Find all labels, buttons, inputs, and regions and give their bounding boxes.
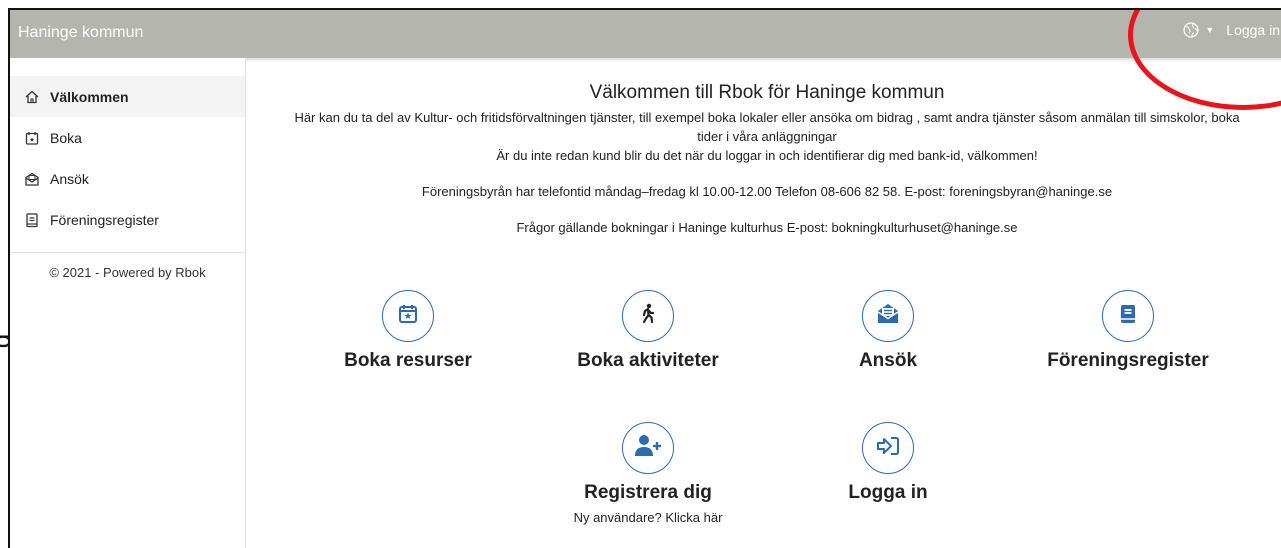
book-icon (24, 212, 40, 228)
calendar-icon (24, 130, 40, 146)
intro-text-line3: Är du inte redan kund blir du det när du… (496, 148, 1038, 163)
culture-info-text: Frågor gällande bokningar i Haninge kult… (516, 220, 1018, 235)
tile-label: Boka resurser (344, 350, 472, 371)
walking-person-icon (636, 302, 660, 331)
tile-icon-circle (622, 422, 674, 474)
tile-label: Logga in (848, 482, 928, 503)
navbar-right: ▼ Logga in (1183, 22, 1280, 38)
tile-label: Boka aktiviteter (577, 350, 719, 371)
tile-icon-circle (862, 290, 914, 342)
tile-icon-circle (622, 290, 674, 342)
sidebar-item-valkommen[interactable]: Välkommen (10, 76, 245, 117)
sidebar-item-label: Boka (50, 129, 82, 146)
user-plus-icon (633, 433, 663, 464)
home-icon (24, 89, 40, 105)
sidebar-item-ansok[interactable]: Ansök (10, 158, 245, 199)
tile-boka-resurser[interactable]: Boka resurser (313, 290, 503, 372)
sign-in-icon (875, 434, 901, 463)
tile-label: Ansök (858, 350, 918, 371)
browser-viewport: Haninge kommun ▼ Logga in Välkommen Boka (8, 8, 1281, 548)
globe-icon[interactable] (1183, 22, 1199, 38)
header-login-link[interactable]: Logga in (1226, 22, 1280, 38)
copyright-text: © 2021 - Powered by Rbok (49, 265, 206, 280)
envelope-open-icon (875, 301, 901, 332)
main-content: Välkommen till Rbok för Haninge kommun H… (246, 58, 1281, 548)
book-icon (1116, 302, 1140, 331)
sidebar: Välkommen Boka Ansök Föreningsregister ©… (10, 58, 246, 548)
tile-ansok[interactable]: Ansök (793, 290, 983, 372)
new-user-link[interactable]: Ny användare? Klicka här (553, 510, 743, 525)
sidebar-item-label: Välkommen (50, 88, 129, 105)
tile-label: Registrera dig (584, 482, 712, 503)
sidebar-divider (10, 252, 245, 253)
tile-boka-aktiviteter[interactable]: Boka aktiviteter (553, 290, 743, 372)
tile-icon-circle (1102, 290, 1154, 342)
language-dropdown-caret-icon[interactable]: ▼ (1205, 25, 1214, 35)
sidebar-item-boka[interactable]: Boka (10, 117, 245, 158)
tile-label: Föreningsregister (1047, 350, 1209, 371)
page-title: Välkommen till Rbok för Haninge kommun (589, 82, 945, 103)
envelope-open-icon (24, 171, 40, 187)
intro-text-line1: Här kan du ta del av Kultur- och fritids… (294, 110, 1240, 125)
tile-icon-circle (382, 290, 434, 342)
sidebar-item-foreningsregister[interactable]: Föreningsregister (10, 199, 245, 240)
tile-registrera-dig[interactable]: Registrera dig Ny användare? Klicka här (553, 422, 743, 525)
sidebar-item-label: Föreningsregister (50, 211, 159, 228)
calendar-star-icon (396, 302, 420, 331)
cropped-edge-glyph: g (0, 328, 8, 368)
phone-info-text: Föreningsbyrån har telefontid måndag–fre… (421, 184, 1113, 199)
top-navbar: Haninge kommun ▼ Logga in (10, 10, 1281, 58)
tile-icon-circle (862, 422, 914, 474)
intro-text-line2: tider i våra anläggningar (697, 129, 837, 144)
tile-logga-in[interactable]: Logga in (793, 422, 983, 504)
tile-foreningsregister[interactable]: Föreningsregister (1033, 290, 1223, 372)
brand-link[interactable]: Haninge kommun (18, 24, 143, 42)
sidebar-item-label: Ansök (50, 170, 89, 187)
